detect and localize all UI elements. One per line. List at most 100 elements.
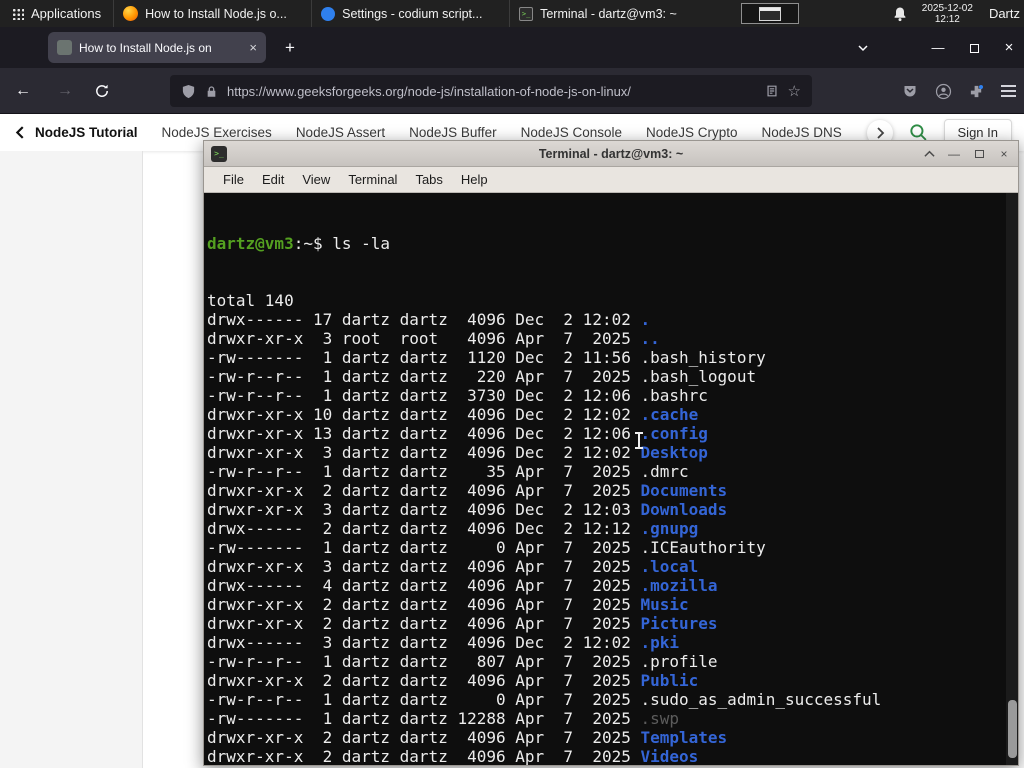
site-nav-link-nodejs-tutorial[interactable]: NodeJS Tutorial: [35, 125, 138, 140]
terminal-line: drwx------ 3 dartz dartz 4096 Dec 2 12:0…: [207, 633, 680, 652]
clock-date: 2025-12-02: [921, 2, 973, 14]
terminal-close-button[interactable]: ×: [996, 146, 1012, 162]
taskbar-window-firefox[interactable]: How to Install Node.js o...: [113, 0, 311, 27]
menu-view[interactable]: View: [293, 172, 339, 187]
clock[interactable]: 2025-12-02 12:12: [922, 3, 973, 25]
terminal-title: Terminal - dartz@vm3: ~: [538, 146, 684, 161]
nav-scroll-left-icon[interactable]: [14, 126, 25, 139]
terminal-shade-button[interactable]: [921, 146, 937, 162]
user-menu[interactable]: Dartz: [989, 6, 1024, 21]
account-icon[interactable]: [935, 83, 952, 100]
menu-help[interactable]: Help: [452, 172, 497, 187]
file-name: .pki: [640, 633, 680, 652]
codium-icon: [321, 6, 336, 21]
file-name: .sudo_as_admin_successful: [640, 690, 882, 709]
site-nav-link[interactable]: NodeJS Crypto: [646, 125, 738, 140]
terminal-line: -rw-r--r-- 1 dartz dartz 220 Apr 7 2025 …: [207, 367, 757, 386]
applications-menu[interactable]: Applications: [0, 0, 113, 27]
terminal-line: -rw-r--r-- 1 dartz dartz 807 Apr 7 2025 …: [207, 652, 718, 671]
file-name: .bashrc: [640, 386, 708, 405]
taskbar-window-label: Terminal - dartz@vm3: ~: [540, 6, 677, 21]
file-name: Public: [640, 671, 699, 690]
forward-button[interactable]: →: [52, 82, 78, 100]
terminal-line: total 140: [207, 291, 294, 310]
terminal-line: drwxr-xr-x 3 dartz dartz 4096 Apr 7 2025…: [207, 557, 699, 576]
list-tabs-icon[interactable]: [852, 38, 874, 58]
pocket-icon[interactable]: [902, 83, 918, 99]
maximize-icon: [974, 150, 984, 158]
terminal-menubar: File Edit View Terminal Tabs Help: [204, 167, 1018, 193]
window-minimize-button[interactable]: —: [925, 36, 951, 60]
file-name: Desktop: [640, 443, 708, 462]
file-name: .: [640, 310, 651, 329]
terminal-maximize-button[interactable]: [971, 146, 987, 162]
menu-terminal[interactable]: Terminal: [339, 172, 406, 187]
site-nav-link[interactable]: NodeJS DNS: [762, 125, 842, 140]
terminal-output[interactable]: dartz@vm3:~$ ls -la total 140 drwx------ …: [204, 193, 1018, 765]
url-bar[interactable]: https://www.geeksforgeeks.org/node-js/in…: [170, 75, 812, 107]
back-button[interactable]: ←: [10, 82, 36, 100]
file-name: .ICEauthority: [640, 538, 766, 557]
tab-bar: How to Install Node.js on × + — ×: [0, 27, 1024, 68]
browser-toolbar: ← → https://www.geeksforgeeks.org/node-j…: [0, 68, 1024, 114]
browser-tab[interactable]: How to Install Node.js on ×: [48, 32, 266, 63]
taskbar-window-label: Settings - codium script...: [342, 6, 483, 21]
notification-bell-icon[interactable]: [892, 6, 908, 22]
file-name: .cache: [640, 405, 699, 424]
menu-icon[interactable]: [1001, 90, 1016, 92]
reader-view-icon[interactable]: [765, 84, 779, 98]
terminal-line: -rw-r--r-- 1 dartz dartz 35 Apr 7 2025 .…: [207, 462, 689, 481]
workspace-switcher[interactable]: [741, 3, 800, 24]
terminal-line: drwx------ 2 dartz dartz 4096 Dec 2 12:1…: [207, 519, 699, 538]
terminal-command: ls -la: [332, 234, 391, 253]
taskbar-window-label: How to Install Node.js o...: [145, 6, 287, 21]
window-close-button[interactable]: ×: [996, 36, 1022, 60]
menu-edit[interactable]: Edit: [253, 172, 293, 187]
taskbar-window-terminal[interactable]: >_ Terminal - dartz@vm3: ~: [509, 0, 707, 27]
clock-time: 12:12: [934, 13, 960, 25]
lock-icon[interactable]: [205, 85, 218, 98]
toolbar-right-icons: [902, 68, 1016, 114]
site-nav-link[interactable]: NodeJS Console: [521, 125, 622, 140]
tracking-shield-icon[interactable]: [181, 84, 196, 99]
file-name: Music: [640, 595, 689, 614]
terminal-line: drwx------ 17 dartz dartz 4096 Dec 2 12:…: [207, 310, 651, 329]
url-text[interactable]: https://www.geeksforgeeks.org/node-js/in…: [227, 84, 756, 99]
reload-button[interactable]: [94, 83, 120, 99]
tab-title: How to Install Node.js on: [79, 40, 212, 55]
terminal-window-controls: — ×: [921, 141, 1012, 167]
file-name: .local: [640, 557, 699, 576]
scrollbar-thumb[interactable]: [1007, 700, 1017, 758]
nav-buttons: ← →: [10, 68, 120, 114]
terminal-line: -rw-r--r-- 1 dartz dartz 3730 Dec 2 12:0…: [207, 386, 708, 405]
window-maximize-button[interactable]: [961, 36, 987, 60]
applications-label: Applications: [31, 6, 102, 21]
menu-tabs[interactable]: Tabs: [406, 172, 451, 187]
terminal-line: drwxr-xr-x 2 dartz dartz 4096 Apr 7 2025…: [207, 481, 728, 500]
site-nav-link[interactable]: NodeJS Exercises: [162, 125, 272, 140]
tab-close-icon[interactable]: ×: [249, 41, 257, 54]
new-tab-button[interactable]: +: [278, 36, 302, 60]
terminal-minimize-button[interactable]: —: [946, 146, 962, 162]
site-nav-link[interactable]: NodeJS Assert: [296, 125, 385, 140]
maximize-icon: [969, 43, 979, 53]
terminal-line: drwxr-xr-x 3 dartz dartz 4096 Dec 2 12:0…: [207, 500, 728, 519]
terminal-titlebar[interactable]: >_ Terminal - dartz@vm3: ~ — ×: [204, 141, 1018, 167]
terminal-scrollbar[interactable]: [1006, 193, 1018, 765]
mouse-ibeam-cursor: [635, 432, 643, 449]
site-nav-link[interactable]: NodeJS Buffer: [409, 125, 497, 140]
terminal-line: drwxr-xr-x 2 dartz dartz 4096 Apr 7 2025…: [207, 747, 699, 765]
extensions-icon[interactable]: [969, 84, 984, 99]
terminal-line: -rw------- 1 dartz dartz 12288 Apr 7 202…: [207, 709, 680, 728]
page-sidebar-area: [0, 151, 143, 768]
terminal-line: -rw-r--r-- 1 dartz dartz 0 Apr 7 2025 .s…: [207, 690, 882, 709]
taskbar-window-codium[interactable]: Settings - codium script...: [311, 0, 509, 27]
terminal-prompt-line: dartz@vm3:~$ ls -la: [207, 234, 1016, 253]
terminal-line: drwxr-xr-x 10 dartz dartz 4096 Dec 2 12:…: [207, 405, 699, 424]
menu-file[interactable]: File: [214, 172, 253, 187]
file-name: Documents: [640, 481, 728, 500]
bookmark-star-icon[interactable]: ☆: [788, 82, 801, 100]
file-name: .gnupg: [640, 519, 699, 538]
file-name: .profile: [640, 652, 718, 671]
file-name: .mozilla: [640, 576, 718, 595]
